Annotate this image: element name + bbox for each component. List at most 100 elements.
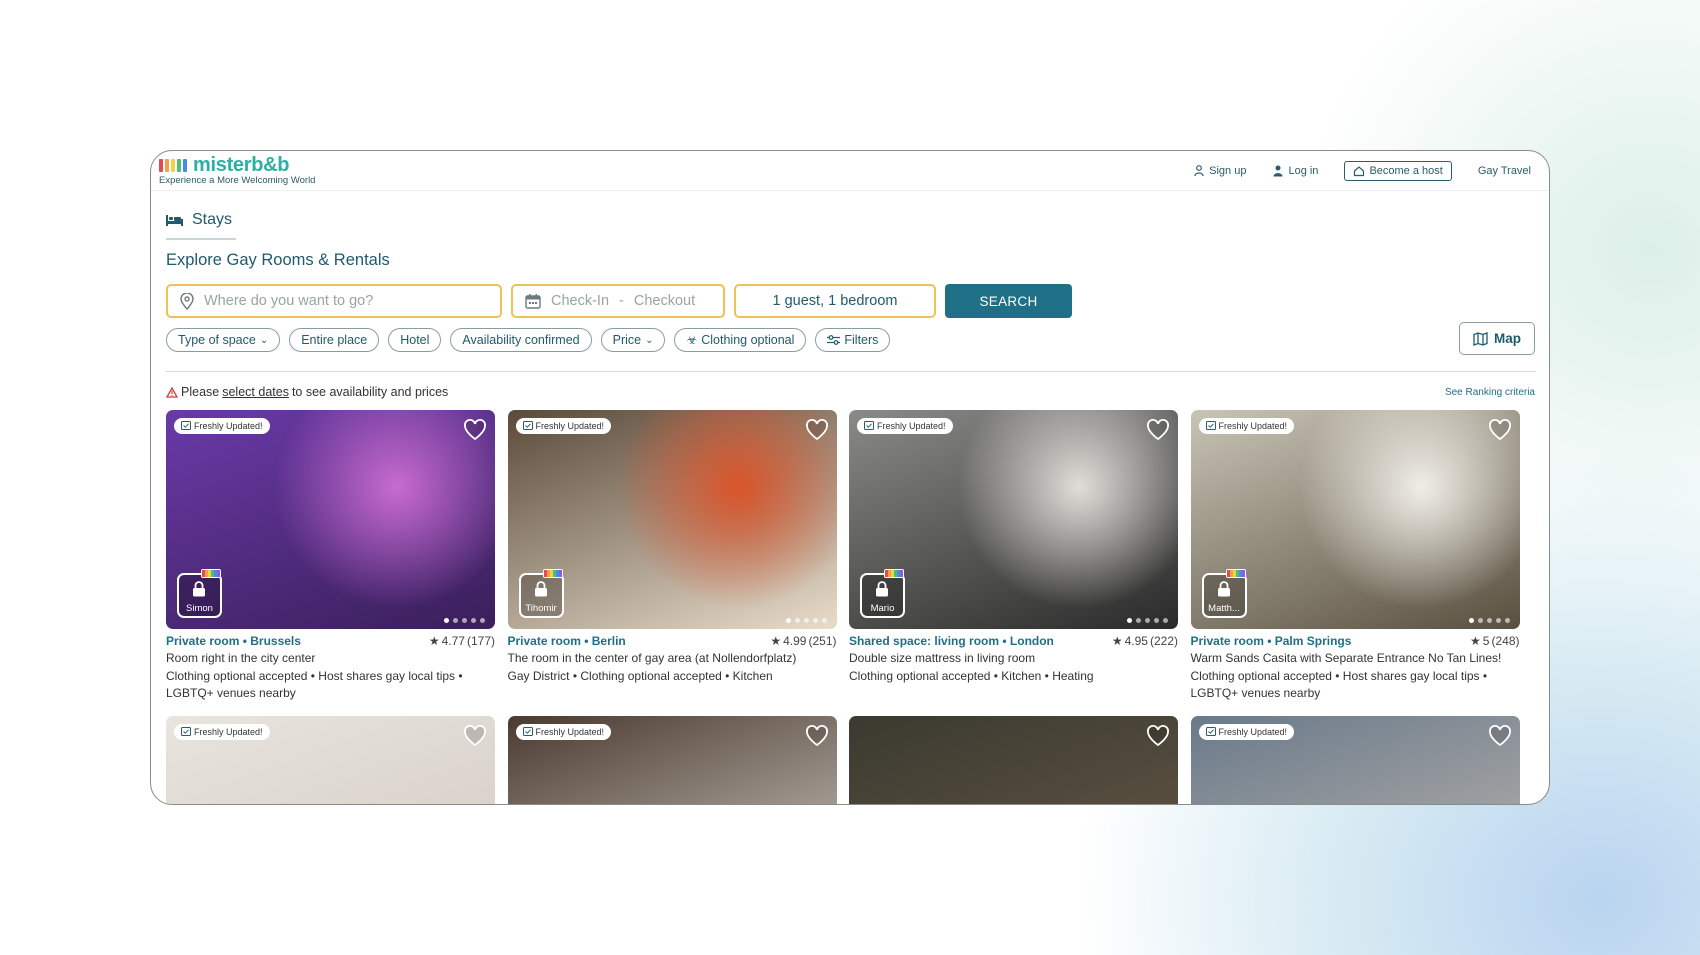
rating-value: 4.99: [783, 634, 807, 648]
filter-more[interactable]: Filters: [815, 328, 891, 352]
listing-card[interactable]: Freshly Updated! Matth... Private room •…: [1190, 410, 1520, 702]
listing-type: Private room • Palm Springs: [1190, 634, 1352, 648]
user-icon: [1273, 165, 1283, 177]
photo-carousel-dots[interactable]: [444, 618, 485, 623]
listing-card[interactable]: Freshly Updated! Mario Shared space: liv…: [849, 410, 1178, 685]
filter-label: Filters: [844, 333, 879, 347]
calendar-check-icon: [1205, 726, 1216, 738]
page-title: Explore Gay Rooms & Rentals: [166, 251, 390, 269]
star-icon: ★: [1470, 634, 1481, 648]
favorite-heart-icon[interactable]: [1146, 724, 1170, 748]
rating-value: 4.77: [441, 634, 465, 648]
listing-title[interactable]: Double size mattress in living room: [849, 651, 1178, 665]
filter-price[interactable]: Price ⌄: [600, 328, 666, 352]
logo-bar: [165, 159, 169, 172]
listing-photo[interactable]: Freshly Updated! Mario: [849, 410, 1178, 629]
review-count: (177): [466, 634, 495, 648]
rating-value: 4.95: [1124, 634, 1148, 648]
login-link[interactable]: Log in: [1272, 165, 1318, 177]
photo-carousel-dots[interactable]: [785, 618, 827, 623]
travel-label: Gay Travel: [1477, 165, 1531, 177]
calendar-check-icon: [181, 726, 191, 738]
listing-card[interactable]: Freshly Updated!: [1190, 716, 1520, 804]
filter-type-of-space[interactable]: Type of space ⌄: [166, 328, 281, 352]
listing-card[interactable]: Freshly Updated!: [507, 716, 837, 804]
map-button[interactable]: Map: [1459, 322, 1535, 355]
listing-card[interactable]: Freshly Updated! Simon Private room • Br…: [166, 410, 495, 702]
calendar-icon: [525, 294, 541, 309]
review-count: (222): [1149, 634, 1178, 648]
favorite-heart-icon[interactable]: [805, 724, 829, 748]
freshly-updated-badge: Freshly Updated!: [515, 724, 612, 740]
lock-icon: [875, 581, 889, 597]
listing-photo[interactable]: Freshly Updated! Simon: [166, 410, 495, 629]
host-badge: Simon: [177, 569, 222, 618]
guests-input[interactable]: 1 guest, 1 bedroom: [734, 284, 936, 318]
favorite-heart-icon[interactable]: [1146, 418, 1170, 442]
listing-card[interactable]: [849, 716, 1178, 804]
filter-hotel[interactable]: Hotel: [388, 328, 442, 352]
listing-photo[interactable]: Freshly Updated!: [1190, 716, 1520, 804]
fresh-label: Freshly Updated!: [877, 421, 946, 431]
host-name: Matth...: [1208, 603, 1240, 614]
freshly-updated-badge: Freshly Updated!: [515, 418, 612, 434]
listing-title[interactable]: The room in the center of gay area (at N…: [508, 651, 837, 665]
tagline: Experience a More Welcoming World: [159, 175, 316, 186]
destination-placeholder: Where do you want to go?: [204, 293, 374, 309]
filter-label: Price: [612, 333, 642, 347]
sliders-icon: [827, 335, 841, 345]
fresh-label: Freshly Updated!: [535, 421, 605, 431]
dates-input[interactable]: Check-In - Checkout: [511, 284, 725, 318]
favorite-heart-icon[interactable]: [463, 418, 487, 442]
freshly-updated-badge: Freshly Updated!: [857, 418, 953, 434]
signup-link[interactable]: Sign up: [1193, 165, 1246, 177]
select-dates-link[interactable]: select dates: [222, 385, 289, 399]
fresh-label: Freshly Updated!: [1218, 421, 1288, 431]
listing-features: Clothing optional accepted • Kitchen • H…: [849, 669, 1094, 683]
tab-stays[interactable]: Stays: [166, 211, 232, 229]
logo[interactable]: misterb&b: [159, 154, 290, 177]
listing-photo[interactable]: Freshly Updated!: [166, 716, 495, 804]
listing-type: Private room • Berlin: [507, 634, 626, 648]
listing-title[interactable]: Warm Sands Casita with Separate Entrance…: [1191, 651, 1520, 665]
filter-entire-place[interactable]: Entire place: [289, 328, 380, 352]
listing-title[interactable]: Room right in the city center: [166, 651, 495, 665]
listing-photo[interactable]: Freshly Updated! Matth...: [1190, 410, 1520, 629]
favorite-heart-icon[interactable]: [805, 418, 829, 442]
filter-availability[interactable]: Availability confirmed: [450, 328, 592, 352]
listing-photo[interactable]: Freshly Updated! Tihomir: [507, 410, 837, 629]
review-count: (251): [808, 634, 837, 648]
host-badge: Tihomir: [518, 569, 564, 618]
listing-photo[interactable]: [849, 716, 1178, 804]
favorite-heart-icon[interactable]: [1488, 724, 1512, 748]
divider: [166, 371, 1536, 372]
listing-photo[interactable]: Freshly Updated!: [507, 716, 837, 804]
favorite-heart-icon[interactable]: [1488, 418, 1512, 442]
fresh-label: Freshly Updated!: [194, 727, 263, 737]
search-button[interactable]: SEARCH: [945, 284, 1072, 318]
gay-travel-link[interactable]: Gay Travel: [1478, 165, 1531, 177]
listing-card[interactable]: Freshly Updated! Tihomir Private room • …: [507, 410, 837, 685]
host-badge: Matth...: [1201, 569, 1247, 618]
dates-notice: Please select dates to see availability …: [166, 385, 448, 399]
bed-icon: [166, 214, 183, 226]
become-host-button[interactable]: Become a host: [1344, 161, 1452, 181]
rainbow-logo-icon: [159, 159, 187, 172]
photo-carousel-dots[interactable]: [1127, 618, 1168, 623]
photo-carousel-dots[interactable]: [1468, 618, 1510, 623]
filter-label: Availability confirmed: [462, 333, 580, 347]
ranking-criteria-link[interactable]: See Ranking criteria: [1445, 387, 1535, 398]
stays-label: Stays: [192, 211, 233, 228]
destination-input[interactable]: Where do you want to go?: [166, 284, 502, 318]
filter-label: Type of space: [178, 333, 256, 347]
listing-rating: ★ 4.77 (177): [429, 634, 495, 648]
filter-clothing-optional[interactable]: ☣ Clothing optional: [674, 328, 807, 352]
host-badge: Mario: [860, 569, 905, 618]
freshly-updated-badge: Freshly Updated!: [174, 724, 270, 740]
favorite-heart-icon[interactable]: [463, 724, 487, 748]
listing-card[interactable]: Freshly Updated!: [166, 716, 495, 804]
checkin-label: Check-In: [551, 293, 610, 309]
rainbow-flag-icon: [884, 569, 904, 578]
tab-underline: [166, 238, 236, 240]
listing-rating: ★ 4.95 (222): [1112, 634, 1178, 648]
